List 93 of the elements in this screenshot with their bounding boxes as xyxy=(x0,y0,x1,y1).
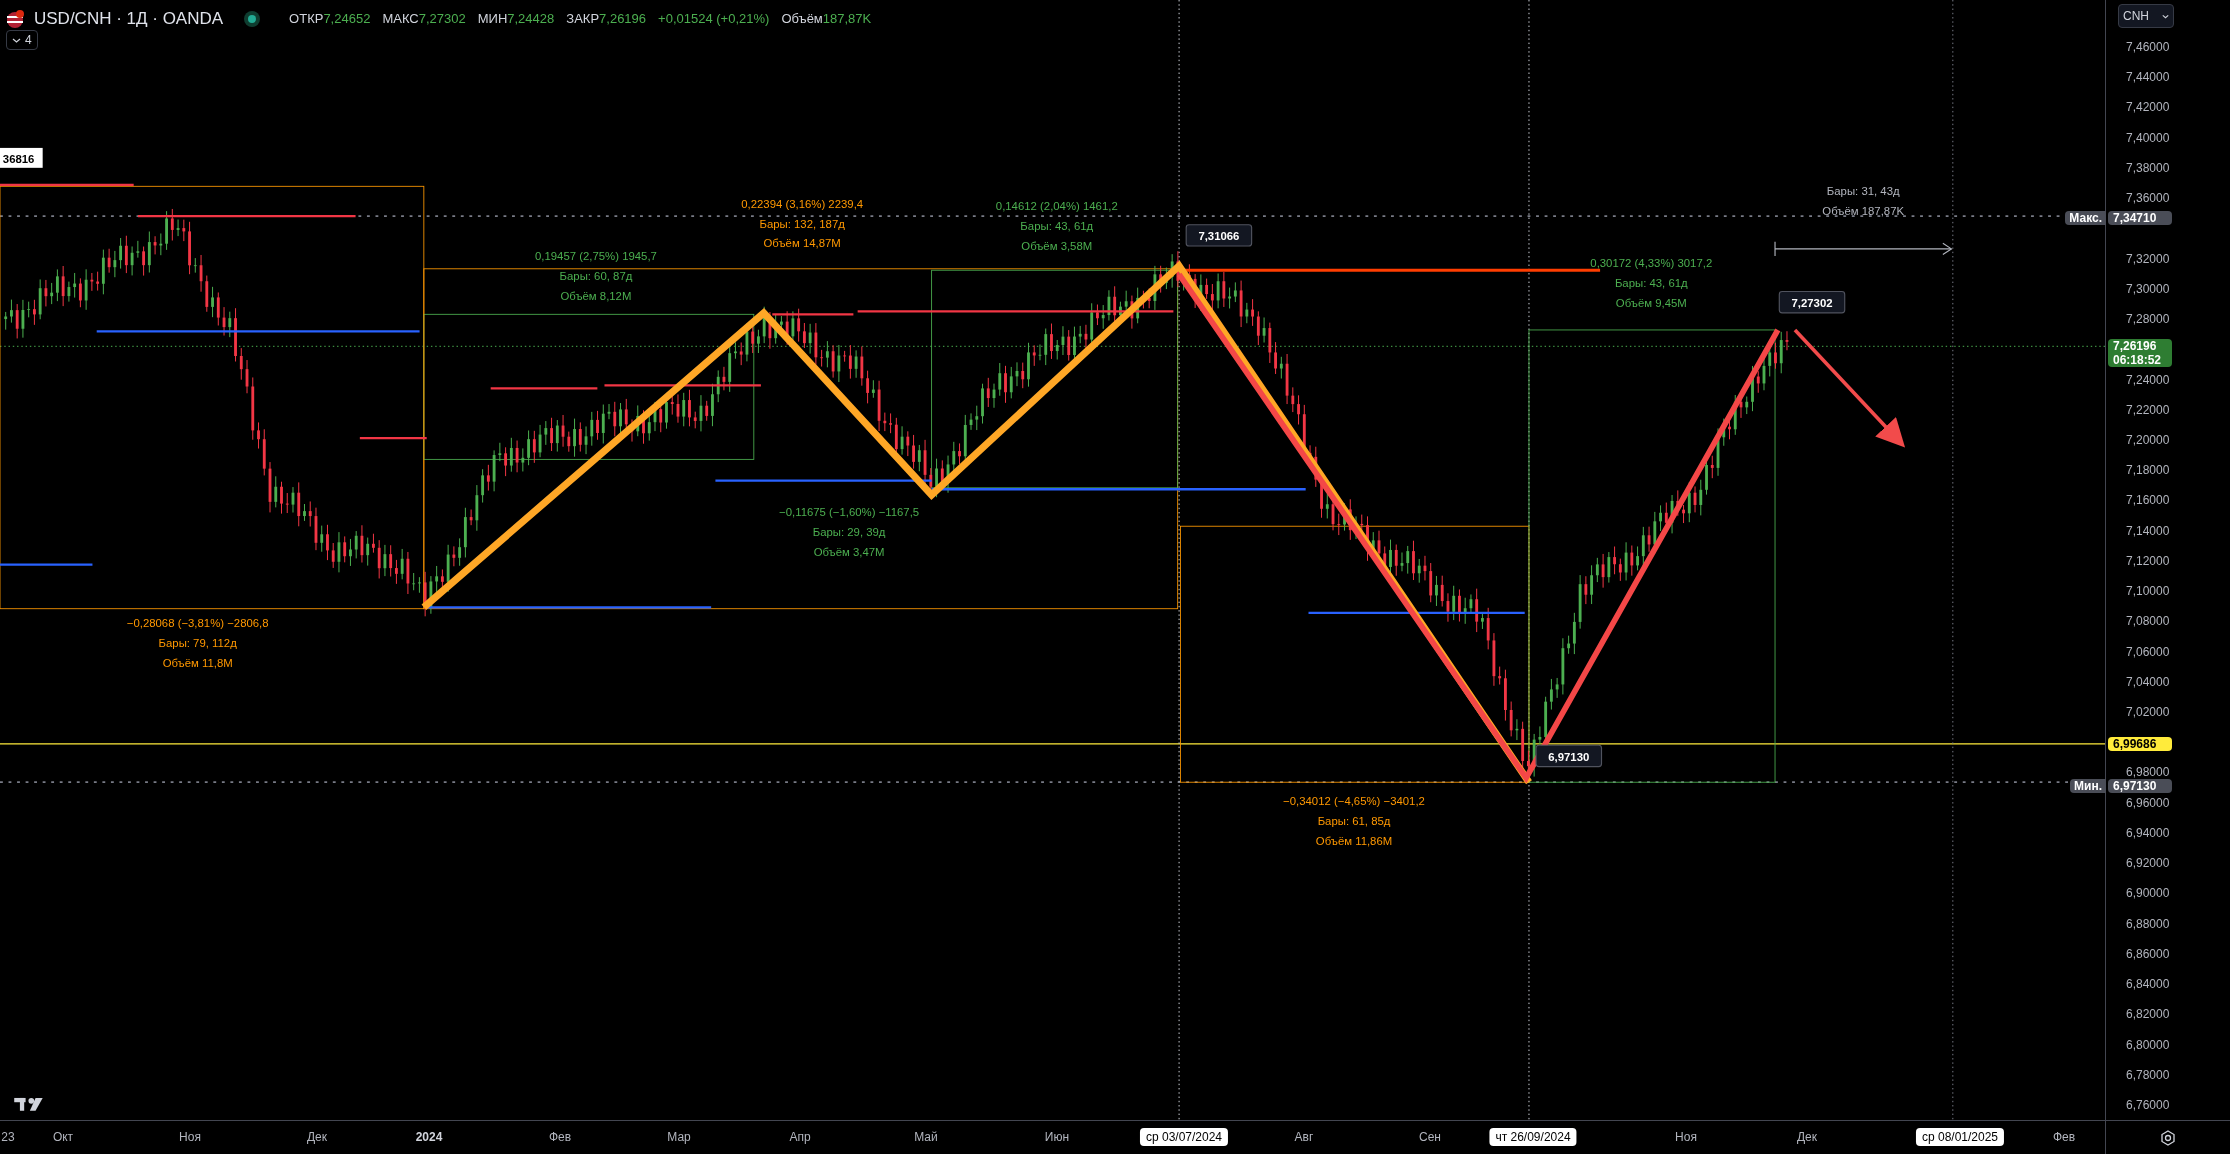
price-tag-caption: Макс. xyxy=(2065,211,2106,225)
price-label: 6,90000 xyxy=(2126,886,2170,901)
time-label: Дек xyxy=(1796,1129,1818,1146)
symbol-title[interactable]: USD/CNH · 1Д · OANDA xyxy=(34,6,224,32)
price-callout: 7,31066 xyxy=(1185,224,1253,247)
time-label: ср 08/01/2025 xyxy=(1915,1128,2005,1146)
price-label: 6,78000 xyxy=(2126,1067,2170,1082)
price-label: 7,30000 xyxy=(2126,281,2170,296)
measure-label: 0,19457 (2,75%) 1945,7 xyxy=(535,250,657,263)
time-label: Май xyxy=(914,1129,938,1146)
time-label: Июн xyxy=(1044,1129,1070,1146)
price-label: 7,20000 xyxy=(2126,432,2170,447)
measure-label: Бары: 60, 87д xyxy=(559,270,633,283)
price-label: 7,32000 xyxy=(2126,251,2170,266)
price-tag-caption: Мин. xyxy=(2070,779,2106,793)
measure-label: Бары: 43, 61д xyxy=(1614,277,1688,290)
time-label: Фев xyxy=(2052,1129,2076,1146)
measure-label: Бары: 31, 43д xyxy=(1826,184,1900,197)
price-tag: 7,34710 xyxy=(2108,211,2172,225)
price-label: 6,82000 xyxy=(2126,1007,2170,1022)
time-label: 23 xyxy=(1,1129,15,1146)
measure-label: Объём 8,12M xyxy=(560,290,632,303)
time-label: Окт xyxy=(52,1129,74,1146)
time-label: Сен xyxy=(1419,1129,1441,1146)
time-label: Фев xyxy=(548,1129,572,1146)
measure-label: Объём 3,58M xyxy=(1021,240,1093,253)
price-change: +0,01524 (+0,21%) xyxy=(658,10,770,28)
quote-value: ЗАКР7,26196 xyxy=(566,10,647,28)
currency-dropdown[interactable]: CNH xyxy=(2118,4,2174,28)
price-tag: 7,26196 06:18:52 xyxy=(2108,339,2172,367)
price-label: 7,08000 xyxy=(2126,614,2170,629)
time-label: Апр xyxy=(789,1129,811,1146)
price-label: 7,06000 xyxy=(2126,644,2170,659)
quote-value: МАКС7,27302 xyxy=(382,10,466,28)
price-label: 7,02000 xyxy=(2126,705,2170,719)
price-label: 6,96000 xyxy=(2126,795,2170,810)
measure-label: Бары: 61, 85д xyxy=(1317,814,1391,827)
measure-label: 0,30172 (4,33%) 3017,2 xyxy=(1590,257,1713,270)
time-label: Ноя xyxy=(179,1129,201,1146)
price-tag: 6,97130 xyxy=(2108,779,2172,793)
measure-label: Объём 187,87K xyxy=(1822,204,1905,217)
measure-label: −0,34012 (−4,65%) −3401,2 xyxy=(1283,795,1425,807)
price-label: 7,42000 xyxy=(2126,100,2170,115)
price-label: 7,36000 xyxy=(2126,191,2170,206)
price-label: 6,76000 xyxy=(2126,1098,2170,1112)
price-label: 7,18000 xyxy=(2126,463,2170,478)
price-label: 6,98000 xyxy=(2126,765,2170,780)
time-label: ср 03/07/2024 xyxy=(1139,1128,1229,1146)
time-label: чт 26/09/2024 xyxy=(1489,1128,1577,1146)
price-label: 6,88000 xyxy=(2126,916,2170,931)
price-label: 6,94000 xyxy=(2126,825,2170,840)
quote-value: ОТКР7,24652 xyxy=(289,10,371,28)
price-label: 7,04000 xyxy=(2126,674,2170,689)
measure-label: Объём 11,8M xyxy=(162,657,233,669)
price-label: 7,16000 xyxy=(2126,493,2170,508)
measure-label: Бары: 132, 187д xyxy=(759,217,845,230)
indicators-toggle[interactable]: 4 xyxy=(6,30,38,50)
price-callout: 6,97130 xyxy=(1535,744,1603,768)
time-label: Ноя xyxy=(1675,1129,1697,1146)
price-label: 7,28000 xyxy=(2126,312,2170,327)
price-label: 7,38000 xyxy=(2126,160,2170,175)
volume-value: Объём187,87K xyxy=(781,10,872,28)
price-label: 6,80000 xyxy=(2126,1037,2170,1052)
measure-label: Бары: 29, 39д xyxy=(812,526,886,539)
price-label: 7,40000 xyxy=(2126,130,2170,145)
price-callout: 7,27302 xyxy=(1778,291,1846,314)
price-callout: 36816 xyxy=(0,147,43,168)
measure-label: Объём 9,45M xyxy=(1615,297,1687,310)
measure-label: −0,11675 (−1,60%) −1167,5 xyxy=(779,506,920,519)
measure-label: 0,22394 (3,16%) 2239,4 xyxy=(741,197,864,210)
time-label: Мар xyxy=(667,1129,691,1146)
price-label: 7,10000 xyxy=(2126,584,2170,599)
price-tag: 6,99686 xyxy=(2108,737,2172,751)
price-label: 6,92000 xyxy=(2126,856,2170,871)
measure-label: Объём 14,87M xyxy=(763,237,841,250)
price-label: 7,22000 xyxy=(2126,402,2170,417)
price-label: 7,24000 xyxy=(2126,372,2170,387)
measure-label: −0,28068 (−3,81%) −2806,8 xyxy=(126,617,269,630)
time-label: Авг xyxy=(1294,1129,1314,1146)
price-label: 6,84000 xyxy=(2126,977,2170,992)
price-label: 7,12000 xyxy=(2126,553,2170,568)
measure-label: Объём 11,86M xyxy=(1315,834,1393,847)
measure-label: Объём 3,47M xyxy=(813,546,885,559)
price-label: 6,86000 xyxy=(2126,946,2170,961)
measure-label: Бары: 79, 112д xyxy=(158,637,237,650)
time-label: 2024 xyxy=(415,1129,443,1146)
measure-label: Бары: 43, 61д xyxy=(1020,220,1094,233)
time-label: Дек xyxy=(306,1129,328,1146)
quote-value: МИН7,24428 xyxy=(477,10,555,28)
price-label: 7,14000 xyxy=(2126,523,2170,538)
price-label: 7,46000 xyxy=(2126,40,2170,54)
measure-label: 0,14612 (2,04%) 1461,2 xyxy=(995,200,1118,213)
price-label: 7,44000 xyxy=(2126,70,2170,85)
